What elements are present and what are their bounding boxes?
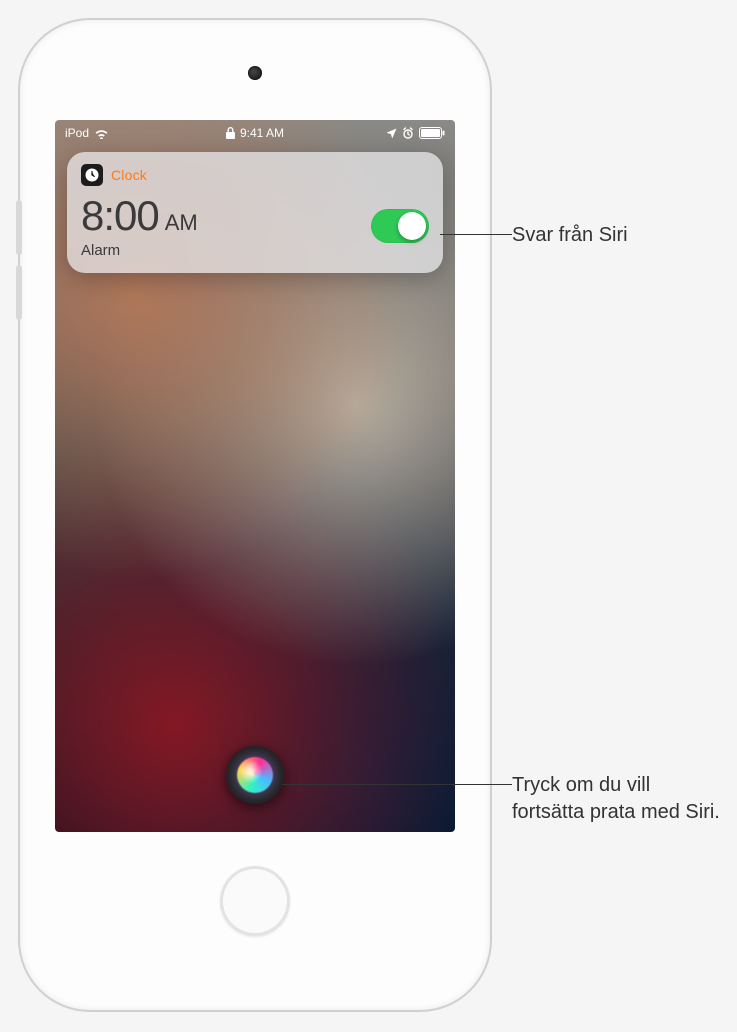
location-icon (386, 128, 397, 139)
siri-button[interactable] (226, 746, 284, 804)
lock-screen: iPod 9:41 AM (55, 120, 455, 832)
ipod-touch-frame: iPod 9:41 AM (20, 20, 490, 1010)
callout-text: Tryck om du vill fortsätta prata med Sir… (512, 774, 720, 823)
callout-text: Svar från Siri (512, 224, 628, 246)
volume-down-button[interactable] (16, 265, 22, 320)
alarm-status-icon (402, 127, 414, 139)
lock-icon (226, 127, 235, 139)
volume-up-button[interactable] (16, 200, 22, 255)
siri-orb-icon (237, 757, 273, 793)
carrier-label: iPod (65, 126, 89, 140)
battery-icon (419, 127, 445, 139)
callout-siri-continue: Tryck om du vill fortsätta prata med Sir… (512, 772, 722, 826)
alarm-notification-card[interactable]: Clock 8:00 AM Alarm (67, 152, 443, 273)
callout-siri-response: Svar från Siri (512, 222, 722, 249)
front-camera (248, 66, 262, 80)
clock-app-icon (81, 164, 103, 186)
wifi-icon (94, 128, 109, 139)
alarm-toggle[interactable] (371, 209, 429, 243)
alarm-time: 8:00 (81, 192, 159, 240)
alarm-label: Alarm (81, 242, 198, 259)
toggle-knob (398, 212, 426, 240)
alarm-ampm: AM (165, 210, 198, 236)
status-bar: iPod 9:41 AM (55, 120, 455, 146)
notification-app-name: Clock (111, 167, 147, 183)
home-button[interactable] (220, 866, 290, 936)
status-time: 9:41 AM (240, 126, 284, 140)
